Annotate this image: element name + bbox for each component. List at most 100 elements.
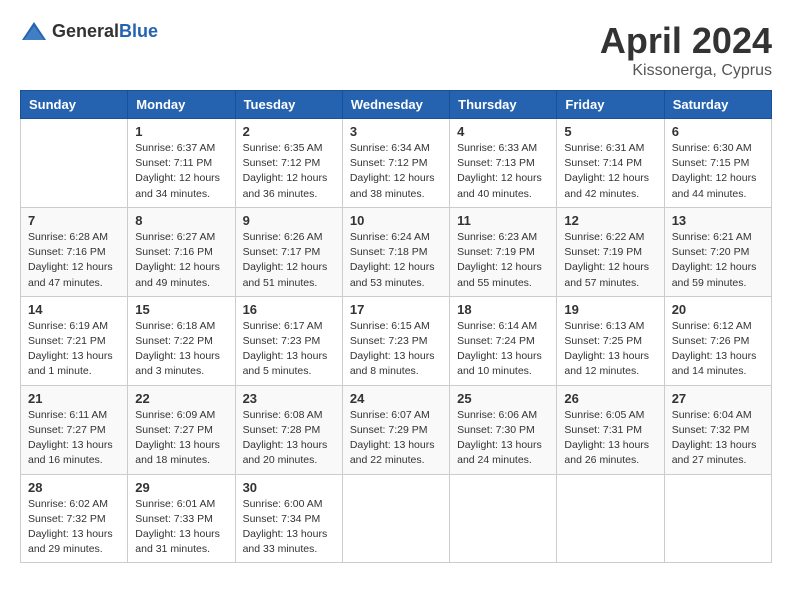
day-number: 11	[457, 213, 549, 228]
logo-text: GeneralBlue	[52, 21, 158, 42]
calendar-cell: 5 Sunrise: 6:31 AM Sunset: 7:14 PM Daylig…	[557, 119, 664, 208]
day-info: Sunrise: 6:08 AM Sunset: 7:28 PM Dayligh…	[243, 408, 335, 469]
calendar-cell: 30 Sunrise: 6:00 AM Sunset: 7:34 PM Dayli…	[235, 474, 342, 563]
day-number: 23	[243, 391, 335, 406]
day-number: 10	[350, 213, 442, 228]
calendar-cell	[664, 474, 771, 563]
day-number: 24	[350, 391, 442, 406]
day-info: Sunrise: 6:04 AM Sunset: 7:32 PM Dayligh…	[672, 408, 764, 469]
calendar-cell: 14 Sunrise: 6:19 AM Sunset: 7:21 PM Dayli…	[21, 296, 128, 385]
day-info: Sunrise: 6:24 AM Sunset: 7:18 PM Dayligh…	[350, 230, 442, 291]
day-number: 5	[564, 124, 656, 139]
day-number: 9	[243, 213, 335, 228]
calendar-cell: 20 Sunrise: 6:12 AM Sunset: 7:26 PM Dayli…	[664, 296, 771, 385]
day-info: Sunrise: 6:15 AM Sunset: 7:23 PM Dayligh…	[350, 319, 442, 380]
day-info: Sunrise: 6:35 AM Sunset: 7:12 PM Dayligh…	[243, 141, 335, 202]
calendar-cell: 17Sunrise: 6:15 AM Sunset: 7:23 PM Dayli…	[342, 296, 449, 385]
calendar-week-row: 28 Sunrise: 6:02 AM Sunset: 7:32 PM Dayli…	[21, 474, 772, 563]
calendar-cell: 15 Sunrise: 6:18 AM Sunset: 7:22 PM Dayli…	[128, 296, 235, 385]
calendar-cell: 2 Sunrise: 6:35 AM Sunset: 7:12 PM Daylig…	[235, 119, 342, 208]
calendar-cell: 6 Sunrise: 6:30 AM Sunset: 7:15 PM Daylig…	[664, 119, 771, 208]
logo-icon	[20, 20, 48, 42]
day-info: Sunrise: 6:19 AM Sunset: 7:21 PM Dayligh…	[28, 319, 120, 380]
day-info: Sunrise: 6:21 AM Sunset: 7:20 PM Dayligh…	[672, 230, 764, 291]
calendar-week-row: 1 Sunrise: 6:37 AM Sunset: 7:11 PM Daylig…	[21, 119, 772, 208]
day-number: 16	[243, 302, 335, 317]
day-number: 1	[135, 124, 227, 139]
day-number: 21	[28, 391, 120, 406]
calendar-cell: 25 Sunrise: 6:06 AM Sunset: 7:30 PM Dayli…	[450, 385, 557, 474]
day-number: 14	[28, 302, 120, 317]
calendar-cell: 4Sunrise: 6:33 AM Sunset: 7:13 PM Daylig…	[450, 119, 557, 208]
calendar-cell: 28 Sunrise: 6:02 AM Sunset: 7:32 PM Dayli…	[21, 474, 128, 563]
location-subtitle: Kissonerga, Cyprus	[600, 62, 772, 80]
calendar-cell: 12 Sunrise: 6:22 AM Sunset: 7:19 PM Dayli…	[557, 207, 664, 296]
calendar-cell: 26Sunrise: 6:05 AM Sunset: 7:31 PM Dayli…	[557, 385, 664, 474]
calendar-cell: 19 Sunrise: 6:13 AM Sunset: 7:25 PM Dayli…	[557, 296, 664, 385]
calendar-cell: 7 Sunrise: 6:28 AM Sunset: 7:16 PM Daylig…	[21, 207, 128, 296]
calendar-cell: 23 Sunrise: 6:08 AM Sunset: 7:28 PM Dayli…	[235, 385, 342, 474]
calendar-cell: 1 Sunrise: 6:37 AM Sunset: 7:11 PM Daylig…	[128, 119, 235, 208]
weekday-header-friday: Friday	[557, 91, 664, 119]
calendar-week-row: 21Sunrise: 6:11 AM Sunset: 7:27 PM Dayli…	[21, 385, 772, 474]
calendar-cell	[21, 119, 128, 208]
calendar-cell	[342, 474, 449, 563]
calendar-cell: 3Sunrise: 6:34 AM Sunset: 7:12 PM Daylig…	[342, 119, 449, 208]
day-info: Sunrise: 6:09 AM Sunset: 7:27 PM Dayligh…	[135, 408, 227, 469]
day-number: 25	[457, 391, 549, 406]
day-info: Sunrise: 6:07 AM Sunset: 7:29 PM Dayligh…	[350, 408, 442, 469]
day-number: 18	[457, 302, 549, 317]
day-info: Sunrise: 6:31 AM Sunset: 7:14 PM Dayligh…	[564, 141, 656, 202]
weekday-header-wednesday: Wednesday	[342, 91, 449, 119]
day-number: 19	[564, 302, 656, 317]
logo: GeneralBlue	[20, 20, 158, 42]
day-info: Sunrise: 6:12 AM Sunset: 7:26 PM Dayligh…	[672, 319, 764, 380]
day-info: Sunrise: 6:27 AM Sunset: 7:16 PM Dayligh…	[135, 230, 227, 291]
calendar-week-row: 14 Sunrise: 6:19 AM Sunset: 7:21 PM Dayli…	[21, 296, 772, 385]
weekday-header-monday: Monday	[128, 91, 235, 119]
calendar-cell: 24 Sunrise: 6:07 AM Sunset: 7:29 PM Dayli…	[342, 385, 449, 474]
day-info: Sunrise: 6:13 AM Sunset: 7:25 PM Dayligh…	[564, 319, 656, 380]
day-info: Sunrise: 6:05 AM Sunset: 7:31 PM Dayligh…	[564, 408, 656, 469]
day-number: 13	[672, 213, 764, 228]
day-info: Sunrise: 6:17 AM Sunset: 7:23 PM Dayligh…	[243, 319, 335, 380]
day-number: 3	[350, 124, 442, 139]
day-info: Sunrise: 6:00 AM Sunset: 7:34 PM Dayligh…	[243, 497, 335, 558]
calendar-cell: 27 Sunrise: 6:04 AM Sunset: 7:32 PM Dayli…	[664, 385, 771, 474]
page-header: GeneralBlue April 2024 Kissonerga, Cypru…	[20, 20, 772, 80]
day-info: Sunrise: 6:01 AM Sunset: 7:33 PM Dayligh…	[135, 497, 227, 558]
day-info: Sunrise: 6:18 AM Sunset: 7:22 PM Dayligh…	[135, 319, 227, 380]
weekday-header-saturday: Saturday	[664, 91, 771, 119]
weekday-header-row: SundayMondayTuesdayWednesdayThursdayFrid…	[21, 91, 772, 119]
calendar-cell: 21Sunrise: 6:11 AM Sunset: 7:27 PM Dayli…	[21, 385, 128, 474]
calendar-cell: 11Sunrise: 6:23 AM Sunset: 7:19 PM Dayli…	[450, 207, 557, 296]
calendar-cell: 9 Sunrise: 6:26 AM Sunset: 7:17 PM Daylig…	[235, 207, 342, 296]
day-info: Sunrise: 6:22 AM Sunset: 7:19 PM Dayligh…	[564, 230, 656, 291]
day-number: 7	[28, 213, 120, 228]
day-number: 30	[243, 480, 335, 495]
day-info: Sunrise: 6:26 AM Sunset: 7:17 PM Dayligh…	[243, 230, 335, 291]
day-number: 12	[564, 213, 656, 228]
calendar-cell: 22Sunrise: 6:09 AM Sunset: 7:27 PM Dayli…	[128, 385, 235, 474]
day-number: 28	[28, 480, 120, 495]
day-info: Sunrise: 6:28 AM Sunset: 7:16 PM Dayligh…	[28, 230, 120, 291]
calendar-cell: 13 Sunrise: 6:21 AM Sunset: 7:20 PM Dayli…	[664, 207, 771, 296]
day-number: 4	[457, 124, 549, 139]
day-info: Sunrise: 6:30 AM Sunset: 7:15 PM Dayligh…	[672, 141, 764, 202]
weekday-header-tuesday: Tuesday	[235, 91, 342, 119]
calendar-cell: 10 Sunrise: 6:24 AM Sunset: 7:18 PM Dayli…	[342, 207, 449, 296]
day-number: 29	[135, 480, 227, 495]
day-info: Sunrise: 6:06 AM Sunset: 7:30 PM Dayligh…	[457, 408, 549, 469]
day-info: Sunrise: 6:37 AM Sunset: 7:11 PM Dayligh…	[135, 141, 227, 202]
day-number: 20	[672, 302, 764, 317]
calendar-cell: 18 Sunrise: 6:14 AM Sunset: 7:24 PM Dayli…	[450, 296, 557, 385]
day-number: 8	[135, 213, 227, 228]
day-number: 15	[135, 302, 227, 317]
day-number: 27	[672, 391, 764, 406]
day-number: 6	[672, 124, 764, 139]
day-info: Sunrise: 6:02 AM Sunset: 7:32 PM Dayligh…	[28, 497, 120, 558]
day-info: Sunrise: 6:14 AM Sunset: 7:24 PM Dayligh…	[457, 319, 549, 380]
weekday-header-thursday: Thursday	[450, 91, 557, 119]
calendar-week-row: 7 Sunrise: 6:28 AM Sunset: 7:16 PM Daylig…	[21, 207, 772, 296]
day-number: 2	[243, 124, 335, 139]
